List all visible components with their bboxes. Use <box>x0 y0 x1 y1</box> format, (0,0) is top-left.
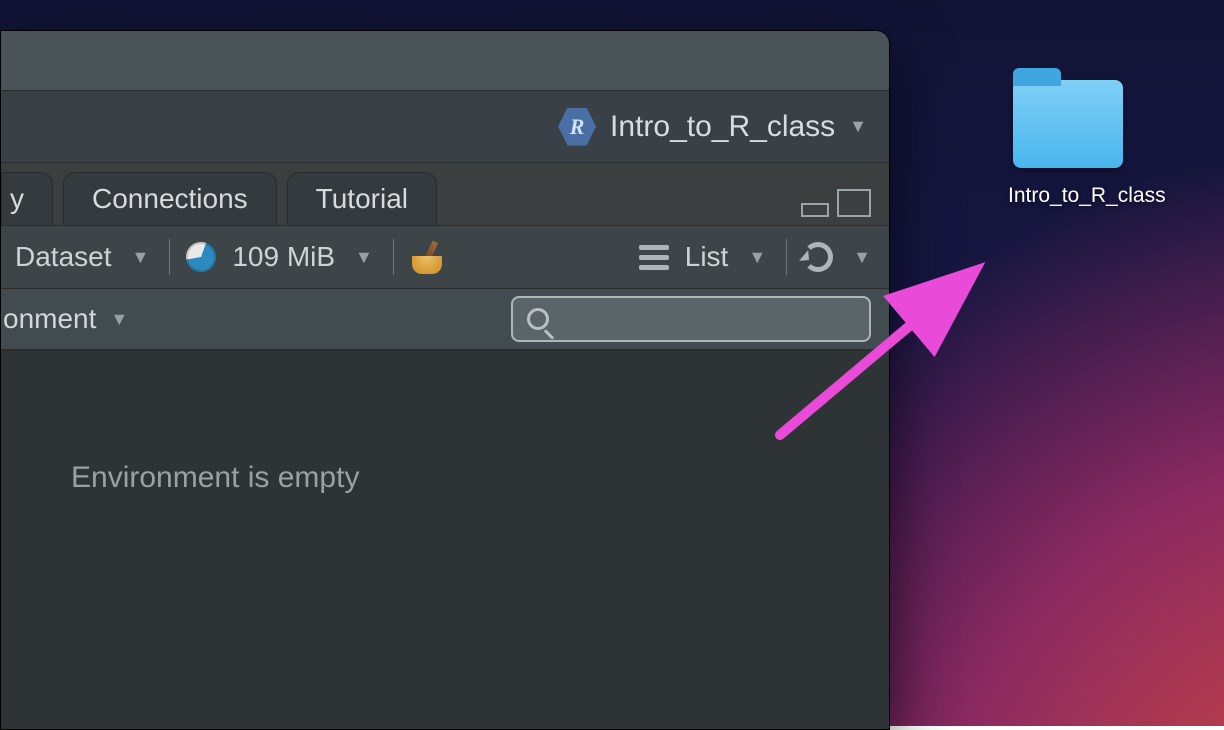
chevron-down-icon[interactable]: ▼ <box>849 247 875 268</box>
environment-empty-message: Environment is empty <box>71 461 359 494</box>
environment-toolbar: Dataset ▼ 109 MiB ▼ List ▼ ▼ <box>1 225 889 289</box>
tab-history-partial[interactable]: y <box>1 172 53 225</box>
memory-usage[interactable]: 109 MiB <box>232 241 335 273</box>
folder-icon <box>1013 80 1123 168</box>
search-icon <box>527 308 549 330</box>
rstudio-window: R Intro_to_R_class ▼ y Connections Tutor… <box>0 30 890 730</box>
search-input[interactable] <box>557 306 855 332</box>
minimize-pane-icon[interactable] <box>801 203 829 217</box>
chevron-down-icon[interactable]: ▼ <box>849 116 867 137</box>
desktop-background: R Intro_to_R_class ▼ y Connections Tutor… <box>0 0 1224 726</box>
chevron-down-icon[interactable]: ▼ <box>744 247 770 268</box>
chevron-down-icon[interactable]: ▼ <box>128 247 154 268</box>
separator <box>169 239 170 275</box>
tab-connections[interactable]: Connections <box>63 172 277 225</box>
chevron-down-icon[interactable]: ▼ <box>106 309 132 330</box>
environment-filter-row: onment ▼ <box>1 289 889 351</box>
environment-pane: Environment is empty <box>1 351 889 730</box>
tab-tutorial[interactable]: Tutorial <box>287 172 437 225</box>
desktop-folder-item[interactable]: Intro_to_R_class <box>1008 80 1128 208</box>
r-project-icon: R <box>558 108 596 146</box>
environment-scope-label: onment <box>3 303 96 335</box>
memory-gauge-icon <box>186 242 216 272</box>
view-mode-select[interactable]: List <box>685 241 729 273</box>
import-dataset-button[interactable]: Dataset <box>15 241 112 273</box>
chevron-down-icon[interactable]: ▼ <box>351 247 377 268</box>
environment-scope-select[interactable]: onment ▼ <box>1 303 132 335</box>
project-bar[interactable]: R Intro_to_R_class ▼ <box>1 91 889 163</box>
separator <box>786 239 787 275</box>
pane-tabs: y Connections Tutorial <box>1 163 889 225</box>
window-top-strip <box>1 31 889 91</box>
refresh-icon[interactable] <box>803 242 833 272</box>
maximize-pane-icon[interactable] <box>837 189 871 217</box>
search-box[interactable] <box>511 296 871 342</box>
project-name: Intro_to_R_class <box>610 110 835 144</box>
list-view-icon <box>639 245 669 270</box>
broom-clear-icon[interactable] <box>410 240 444 274</box>
desktop-folder-label: Intro_to_R_class <box>1008 184 1128 208</box>
separator <box>393 239 394 275</box>
